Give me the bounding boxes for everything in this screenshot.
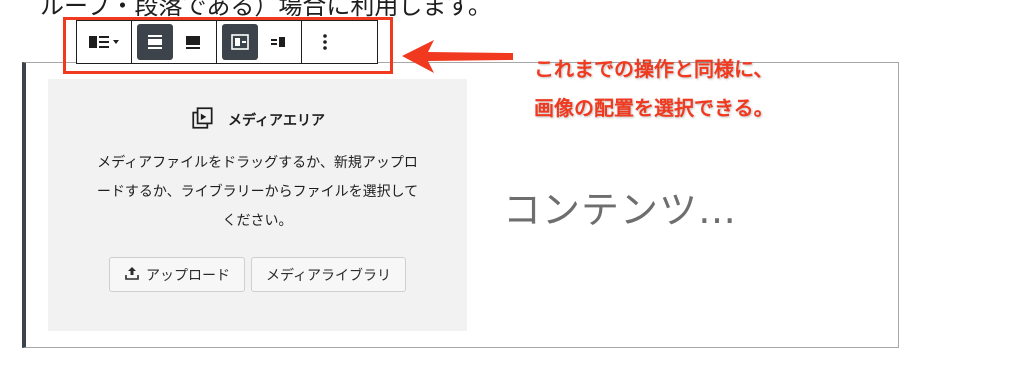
upload-button[interactable]: アップロード — [108, 257, 245, 292]
upload-icon — [124, 265, 140, 285]
media-placeholder-description: メディアファイルをドラッグするか、新規アップロ ードするか、ライブラリーからファ… — [68, 149, 447, 236]
annotation-line: これまでの操作と同様に、 — [534, 57, 774, 81]
media-library-button-label: メディアライブラリ — [265, 267, 392, 284]
media-placeholder-header: メディアエリア — [48, 105, 467, 135]
annotation-line: 画像の配置を選択できる。 — [534, 96, 774, 120]
description-line: ードするか、ライブラリーからファイルを選択して — [96, 184, 419, 200]
media-placeholder-title: メディアエリア — [227, 113, 326, 129]
highlight-box — [63, 17, 393, 74]
media-placeholder[interactable]: メディアエリア メディアファイルをドラッグするか、新規アップロ ードするか、ライ… — [48, 79, 467, 331]
description-line: メディアファイルをドラッグするか、新規アップロ — [97, 155, 418, 171]
description-line: ください。 — [222, 213, 293, 229]
annotation-arrow-icon — [402, 40, 513, 73]
media-library-icon — [190, 105, 216, 135]
content-placeholder[interactable]: コンテンツ… — [503, 179, 737, 234]
upload-button-label: アップロード — [145, 267, 230, 284]
media-placeholder-buttons: アップロード メディアライブラリ — [48, 257, 467, 292]
media-library-button[interactable]: メディアライブラリ — [250, 257, 407, 292]
annotation-text: これまでの操作と同様に、 画像の配置を選択できる。 — [534, 50, 774, 128]
